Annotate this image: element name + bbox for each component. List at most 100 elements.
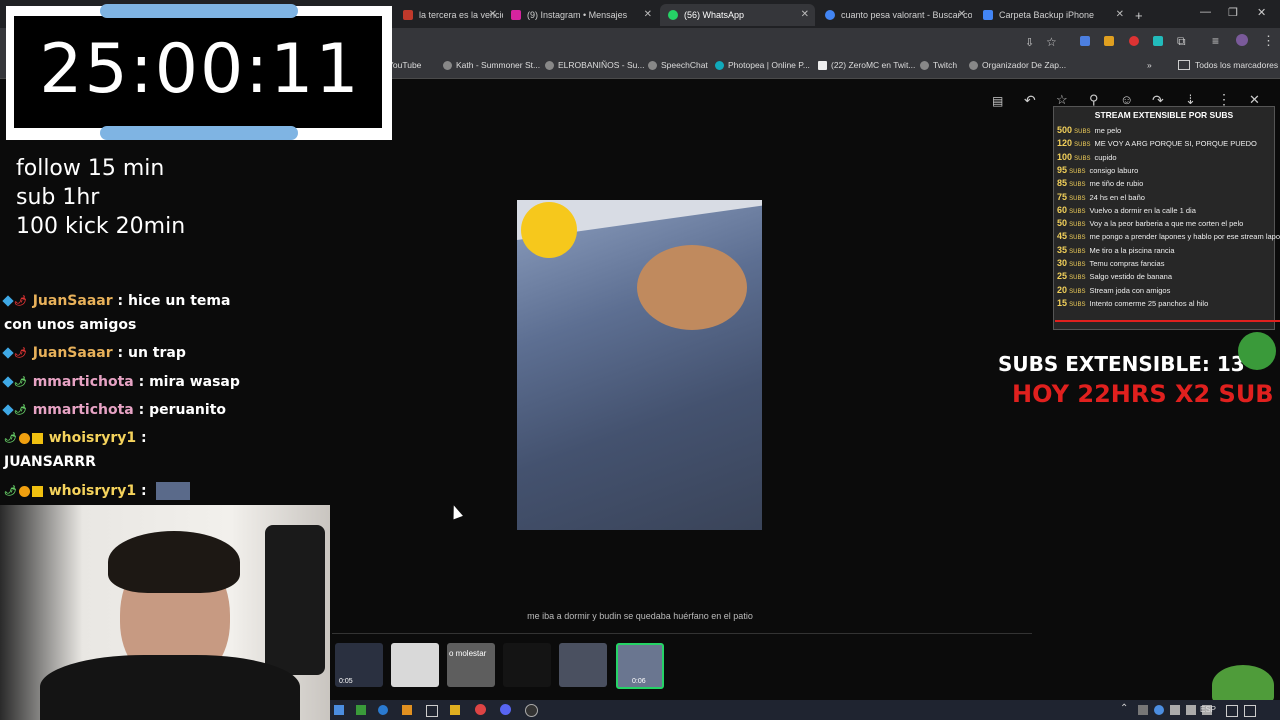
emoji-icon[interactable]: ☺ <box>1120 92 1133 107</box>
close-icon[interactable]: ✕ <box>1116 9 1124 20</box>
close-icon[interactable]: ✕ <box>489 9 497 20</box>
extensions-puzzle-icon[interactable]: ⧉ <box>1177 34 1186 49</box>
subs-row-goal: Intento comerme 25 panchos al hilo <box>1089 298 1209 308</box>
thumb-image-4[interactable] <box>503 643 551 687</box>
minimize-icon[interactable]: — <box>1200 6 1211 18</box>
pepper-badge-icon: 🌶 <box>14 295 27 307</box>
message-icon[interactable]: ▤ <box>992 94 1003 108</box>
file-explorer-icon[interactable] <box>450 705 460 715</box>
discord-icon[interactable] <box>500 704 511 715</box>
media-preview[interactable] <box>517 200 762 530</box>
extension-icon[interactable] <box>1104 36 1114 46</box>
chat-username[interactable]: JuanSaaar <box>33 345 113 361</box>
subs-row-count: 35 <box>1057 244 1068 255</box>
obs-icon[interactable] <box>525 704 538 717</box>
tab-whatsapp[interactable]: (56) WhatsApp ✕ <box>660 4 815 26</box>
tray-icon[interactable] <box>1170 705 1180 715</box>
thumb-label: o molestar <box>449 649 487 658</box>
chat-badges: 🌶 <box>2 345 29 361</box>
reply-icon[interactable]: ↶ <box>1024 92 1036 109</box>
thumb-duration: 0:05 <box>339 678 353 685</box>
tab-1[interactable]: la tercera es la vencida ✕ <box>395 4 503 26</box>
app-icon[interactable] <box>402 705 412 715</box>
app-icon[interactable] <box>378 705 388 715</box>
extension-icon[interactable] <box>1129 36 1139 46</box>
pepper-badge-icon: 🌶 <box>14 347 27 359</box>
subs-row-count: 95 <box>1057 164 1068 175</box>
install-icon[interactable]: ⇩ <box>1025 36 1034 49</box>
tab-drive[interactable]: Carpeta Backup iPhone ✕ <box>975 4 1130 26</box>
chat-username[interactable]: whoisryry1 <box>49 483 136 499</box>
bookmark-twitch[interactable]: Twitch <box>920 60 957 70</box>
avatar[interactable] <box>1236 34 1248 46</box>
subs-row-goal: cupido <box>1094 152 1117 162</box>
maximize-icon[interactable]: ❐ <box>1228 6 1238 19</box>
chat-username[interactable]: mmartichota <box>33 402 134 418</box>
tray-arrow-icon[interactable]: ⌃ <box>1120 703 1128 714</box>
volume-icon[interactable] <box>1244 705 1256 717</box>
subs-panel-title: STREAM EXTENSIBLE POR SUBS <box>1094 110 1234 120</box>
subs-extensible-panel: STREAM EXTENSIBLE POR SUBS 500 SUBS me pe… <box>1053 106 1280 330</box>
subs-row-unit: SUBS <box>1069 262 1086 268</box>
window-close-icon[interactable]: ✕ <box>1257 6 1266 19</box>
bookmark-speechchat[interactable]: SpeechChat <box>648 60 708 70</box>
subs-extensible-counter: SUBS EXTENSIBLE: 13 <box>998 352 1245 376</box>
bookmark-twitter[interactable]: (22) ZeroMC en Twit... <box>818 60 915 70</box>
chat-username[interactable]: whoisryry1 <box>49 430 136 446</box>
extension-icon[interactable] <box>1080 36 1090 46</box>
chat-message: 🌶 mmartichota : mira wasap <box>2 374 240 390</box>
timer-bar-bottom <box>100 126 298 140</box>
folder-icon <box>1178 60 1190 70</box>
bookmark-elrobaninos[interactable]: ELROBANIÑOS - Su... <box>545 60 644 70</box>
start-icon[interactable] <box>334 705 344 715</box>
subs-row-count: 85 <box>1057 178 1068 189</box>
subs-row-goal: me tiño de rubio <box>1089 179 1144 189</box>
pepe-emote <box>1238 332 1276 370</box>
streamer-hair <box>108 531 240 593</box>
chrome-icon[interactable] <box>475 704 486 715</box>
tray-icon[interactable] <box>1186 705 1196 715</box>
new-tab-button[interactable]: + <box>1135 4 1153 26</box>
bookmark-organizador[interactable]: Organizador De Zap... <box>969 60 1066 70</box>
subs-row-unit: SUBS <box>1069 275 1086 282</box>
bookmark-photopea[interactable]: Photopea | Online P... <box>715 60 810 70</box>
timer-value: 25:00:11 <box>39 30 361 109</box>
subs-row-count: 25 <box>1057 271 1068 282</box>
tray-icon[interactable] <box>1138 705 1148 715</box>
tab-search-icon[interactable]: ≡ <box>1212 34 1219 48</box>
subs-row-count: 500 <box>1057 125 1073 135</box>
bookmark-star-icon[interactable]: ☆ <box>1046 35 1057 49</box>
info-kick: 100 kick 20min <box>16 214 186 239</box>
chat-badges: 🌶 <box>4 483 45 499</box>
close-icon[interactable]: ✕ <box>801 9 809 20</box>
wifi-icon[interactable] <box>1226 705 1238 717</box>
all-bookmarks[interactable]: Todos los marcadores <box>1178 60 1278 70</box>
thumb-video-selected[interactable]: 0:06 <box>616 643 664 689</box>
thumb-image-5[interactable] <box>559 643 607 687</box>
timer-bar-top <box>100 4 298 18</box>
bookmark-kath[interactable]: Kath - Summoner St... <box>443 60 540 70</box>
subs-row: 85 SUBS me tiño de rubio <box>1057 178 1143 188</box>
chat-username[interactable]: JuanSaaar <box>33 293 113 309</box>
subs-row-goal: me pongo a prender lapones y hablo por e… <box>1089 232 1280 242</box>
tab-instagram[interactable]: (9) Instagram • Mensajes ✕ <box>503 4 658 26</box>
extension-icon[interactable] <box>1153 36 1163 46</box>
bookmark-label: (22) ZeroMC en Twit... <box>831 60 916 70</box>
subs-row: 35 SUBS Me tiro a la piscina rancia <box>1057 245 1175 255</box>
close-icon[interactable]: ✕ <box>644 9 652 20</box>
bookmarks-overflow-icon[interactable]: » <box>1147 60 1152 70</box>
language-indicator[interactable]: ESP <box>1200 705 1216 714</box>
tray-icon[interactable] <box>1154 705 1164 715</box>
thumb-image-2[interactable] <box>391 643 439 687</box>
thumb-image-3[interactable]: o molestar <box>447 643 495 687</box>
app-icon[interactable] <box>426 705 438 717</box>
pepe-mascot <box>1212 665 1274 705</box>
tab-google-search[interactable]: cuanto pesa valorant - Buscar con Google… <box>817 4 972 26</box>
close-icon[interactable]: ✕ <box>958 9 966 20</box>
app-icon[interactable] <box>356 705 366 715</box>
chat-username[interactable]: mmartichota <box>33 374 134 390</box>
thumb-video-1[interactable]: 0:05 <box>335 643 383 687</box>
crown-badge-icon <box>31 432 43 444</box>
subs-row-unit: SUBS <box>1069 248 1086 255</box>
menu-kebab-icon[interactable]: ⋮ <box>1262 33 1275 49</box>
